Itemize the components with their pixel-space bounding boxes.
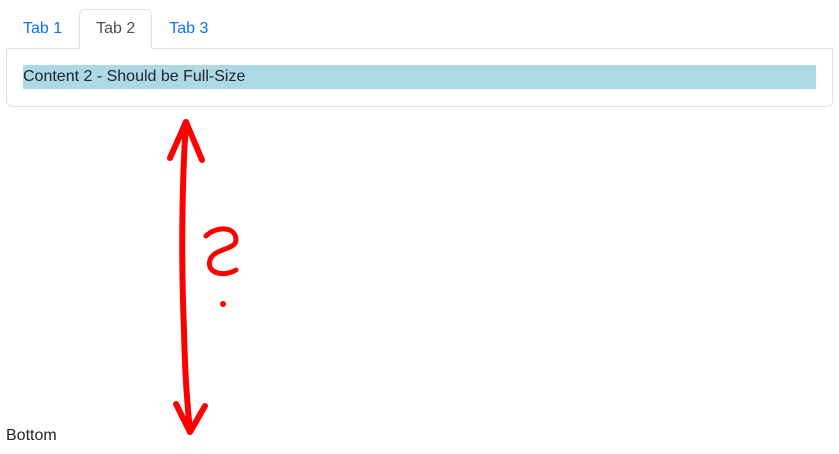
double-arrow-annotation <box>167 119 208 435</box>
tab-content-panel: Content 2 - Should be Full-Size <box>6 48 833 107</box>
tab-bar: Tab 1 Tab 2 Tab 3 <box>6 8 833 49</box>
tab-pane-content: Content 2 - Should be Full-Size <box>23 65 816 89</box>
bottom-text: Bottom <box>6 427 57 444</box>
tab-1[interactable]: Tab 1 <box>6 9 79 49</box>
tab-3[interactable]: Tab 3 <box>152 9 225 49</box>
question-mark-dot <box>220 301 226 307</box>
tab-2[interactable]: Tab 2 <box>79 9 153 49</box>
question-mark-annotation <box>203 226 239 277</box>
